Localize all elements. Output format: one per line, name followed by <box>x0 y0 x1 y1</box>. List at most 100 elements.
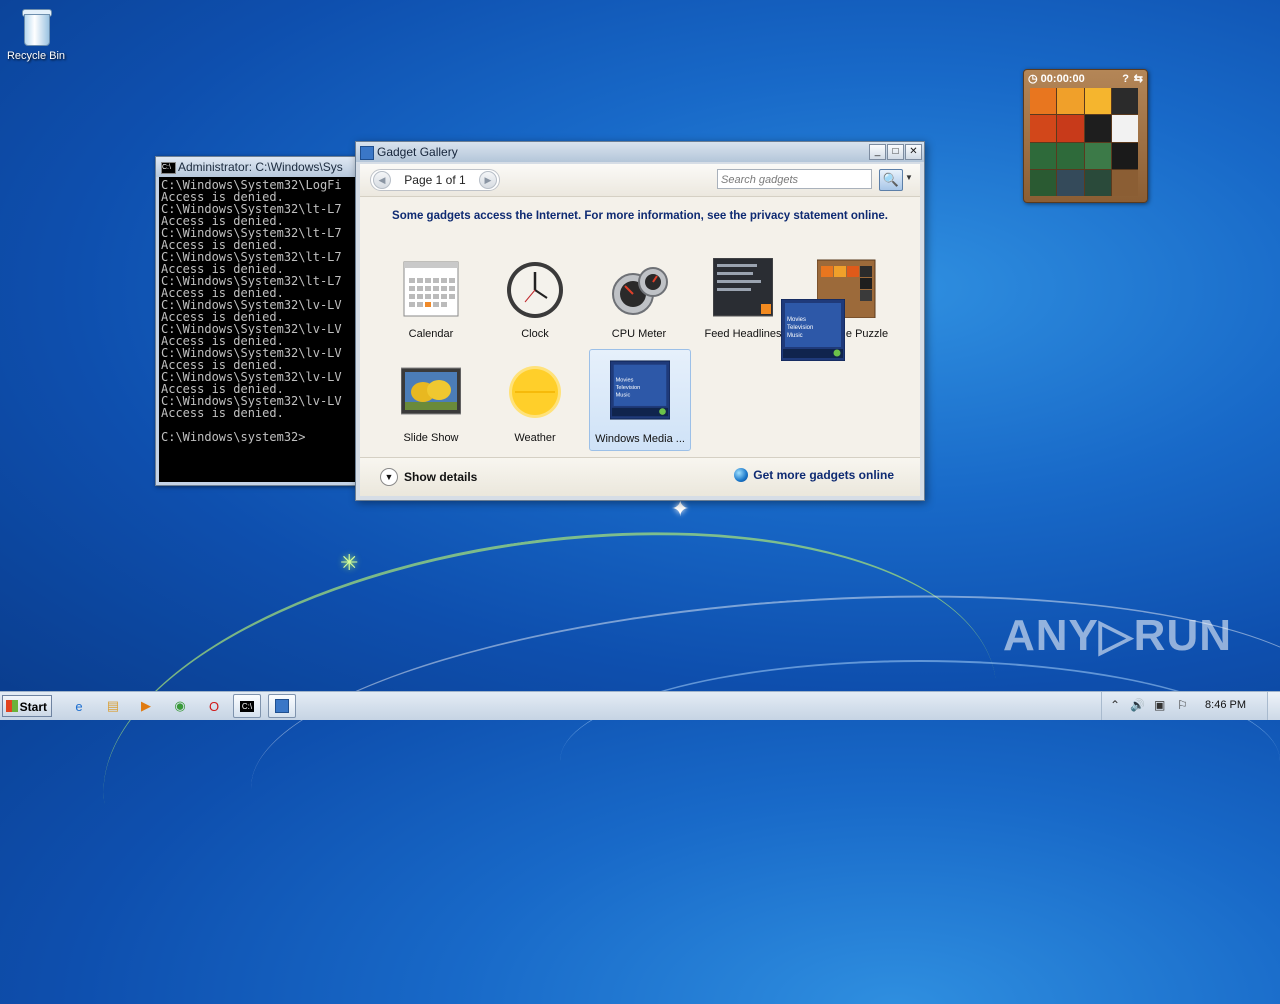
gadget-gallery-window[interactable]: Gadget Gallery _ □ ✕ ◀ Page 1 of 1 ▶ Sea… <box>355 141 925 501</box>
gallery-toolbar: ◀ Page 1 of 1 ▶ Search gadgets 🔍 ▼ <box>360 164 920 197</box>
gadget-calendar[interactable]: Calendar <box>381 248 481 348</box>
tile-line: Movies <box>787 317 806 323</box>
cmd-app-icon: C:\ <box>161 162 176 174</box>
desktop-icon-recycle-bin[interactable]: Recycle Bin <box>4 6 68 62</box>
puzzle-timer-bar: ◷ 00:00:00 ? ⇆ <box>1028 72 1143 86</box>
tile-line: Music <box>616 393 631 399</box>
gadget-label: Slide Show <box>403 432 459 444</box>
maximize-button[interactable]: □ <box>887 144 904 160</box>
minimize-button[interactable]: _ <box>869 144 886 160</box>
next-page-button[interactable]: ▶ <box>479 171 497 189</box>
media-player-icon[interactable]: ▶ <box>135 696 157 716</box>
gadget-gallery-task-icon[interactable] <box>268 694 296 718</box>
gadget-windows-media-center[interactable]: Movies Television Music Windows Media ..… <box>589 349 691 451</box>
cmd-task-icon[interactable]: C:\ <box>233 694 261 718</box>
desktop-icon-label: Recycle Bin <box>6 50 66 62</box>
puzzle-tile[interactable] <box>1057 142 1084 169</box>
system-tray: ⌃ 🔊 ▣ ⚐ 8:46 PM <box>1101 692 1280 720</box>
privacy-statement-link[interactable]: Some gadgets access the Internet. For mo… <box>360 210 920 222</box>
explorer-icon[interactable]: ▤ <box>102 696 124 716</box>
start-button[interactable]: Start <box>2 695 52 717</box>
gadget-gallery-title-bar[interactable]: Gadget Gallery _ □ ✕ <box>356 142 924 162</box>
puzzle-tile[interactable] <box>1030 88 1057 115</box>
windows-logo-icon <box>6 700 18 712</box>
globe-icon <box>734 468 749 482</box>
page-navigator: ◀ Page 1 of 1 ▶ <box>370 169 500 191</box>
action-center-flag-icon[interactable]: ⚐ <box>1177 698 1188 712</box>
search-button[interactable]: 🔍 <box>879 169 903 191</box>
gadget-cpu-meter[interactable]: CPU Meter <box>589 248 689 348</box>
windows-media-center-icon: Movies Television Music <box>610 360 670 420</box>
tile-line: Television <box>787 325 813 331</box>
weather-icon <box>509 366 561 418</box>
tile-line: Movies <box>616 378 634 384</box>
puzzle-tile[interactable] <box>1057 115 1084 142</box>
gallery-footer: ▼ Show details Get more gadgets online <box>360 457 920 496</box>
previous-page-button[interactable]: ◀ <box>373 171 391 189</box>
puzzle-tile[interactable] <box>1084 142 1111 169</box>
puzzle-tile[interactable] <box>1057 88 1084 115</box>
puzzle-tile[interactable] <box>1057 169 1084 196</box>
help-icon[interactable]: ? <box>1122 72 1129 86</box>
gadget-feed-headlines[interactable]: Feed Headlines <box>693 248 793 348</box>
cmd-title-bar[interactable]: C:\ Administrator: C:\Windows\Sys <box>156 157 366 177</box>
puzzle-tile[interactable] <box>1030 169 1057 196</box>
console-line: Access is denied. <box>161 406 284 420</box>
tile-line: Television <box>616 385 641 391</box>
gadget-clock[interactable]: Clock <box>485 248 585 348</box>
puzzle-tile[interactable] <box>1030 142 1057 169</box>
close-button[interactable]: ✕ <box>905 144 922 160</box>
shuffle-icon[interactable]: ⇆ <box>1134 72 1143 86</box>
cmd-console-output[interactable]: C:\Windows\System32\LogFi Access is denie… <box>159 177 366 482</box>
taskbar: Start e ▤ ▶ ◉ O C:\ ⌃ 🔊 ▣ ⚐ 8:46 PM <box>0 691 1280 720</box>
show-hidden-icons-icon[interactable]: ⌃ <box>1110 698 1120 712</box>
wallpaper-sparkle: ✳ <box>340 550 359 575</box>
cmd-title: Administrator: C:\Windows\Sys <box>178 160 343 174</box>
console-line: C:\Windows\system32> <box>161 430 306 444</box>
search-icon: 🔍 <box>882 172 900 187</box>
gadget-label: Feed Headlines <box>704 328 782 340</box>
dragged-windows-media-center-tile[interactable]: Movies Television Music <box>781 299 845 361</box>
start-label: Start <box>19 700 47 714</box>
gadget-gallery-app-icon <box>360 146 374 160</box>
gadget-slide-show[interactable]: Slide Show <box>381 352 481 452</box>
gadget-label: Windows Media ... <box>595 433 685 445</box>
tile-line: Music <box>787 333 803 339</box>
volume-icon[interactable]: 🔊 <box>1130 698 1145 712</box>
search-dropdown-arrow[interactable]: ▼ <box>905 173 913 182</box>
puzzle-tile[interactable] <box>1084 88 1111 115</box>
watermark-logo: ANY▷RUN <box>1002 611 1232 660</box>
chrome-icon[interactable]: ◉ <box>169 696 191 716</box>
puzzle-timer: 00:00:00 <box>1040 73 1085 85</box>
puzzle-tile[interactable] <box>1111 115 1138 142</box>
calendar-icon <box>403 261 459 317</box>
puzzle-tile[interactable] <box>1111 88 1138 115</box>
network-icon[interactable]: ▣ <box>1154 698 1165 712</box>
puzzle-tile[interactable] <box>1084 115 1111 142</box>
search-input[interactable]: Search gadgets <box>717 169 872 189</box>
get-more-gadgets-link[interactable]: Get more gadgets online <box>734 468 894 482</box>
puzzle-empty-slot <box>1111 169 1138 196</box>
gadget-label: CPU Meter <box>611 328 667 340</box>
puzzle-grid[interactable] <box>1030 88 1138 196</box>
slide-show-icon <box>401 367 461 415</box>
internet-explorer-icon[interactable]: e <box>68 696 90 716</box>
puzzle-tile[interactable] <box>1084 169 1111 196</box>
show-details-button[interactable]: ▼ Show details <box>380 468 477 486</box>
window-title: Gadget Gallery <box>377 145 458 159</box>
clock-icon <box>507 262 563 318</box>
page-label: Page 1 of 1 <box>404 173 466 187</box>
puzzle-tile[interactable] <box>1030 115 1057 142</box>
show-desktop-button[interactable] <box>1267 692 1280 720</box>
show-details-label: Show details <box>404 470 478 484</box>
cmd-window[interactable]: C:\ Administrator: C:\Windows\Sys C:\Win… <box>155 156 367 486</box>
timer-icon: ◷ <box>1028 73 1038 85</box>
gadget-weather[interactable]: Weather <box>485 352 585 452</box>
feed-headlines-icon <box>713 258 773 317</box>
opera-icon[interactable]: O <box>203 696 225 716</box>
puzzle-tile[interactable] <box>1111 142 1138 169</box>
recycle-bin-icon <box>20 6 52 46</box>
picture-puzzle-gadget[interactable]: ◷ 00:00:00 ? ⇆ <box>1023 69 1148 203</box>
gadget-label: Clock <box>521 328 549 340</box>
taskbar-clock[interactable]: 8:46 PM <box>1205 699 1246 711</box>
